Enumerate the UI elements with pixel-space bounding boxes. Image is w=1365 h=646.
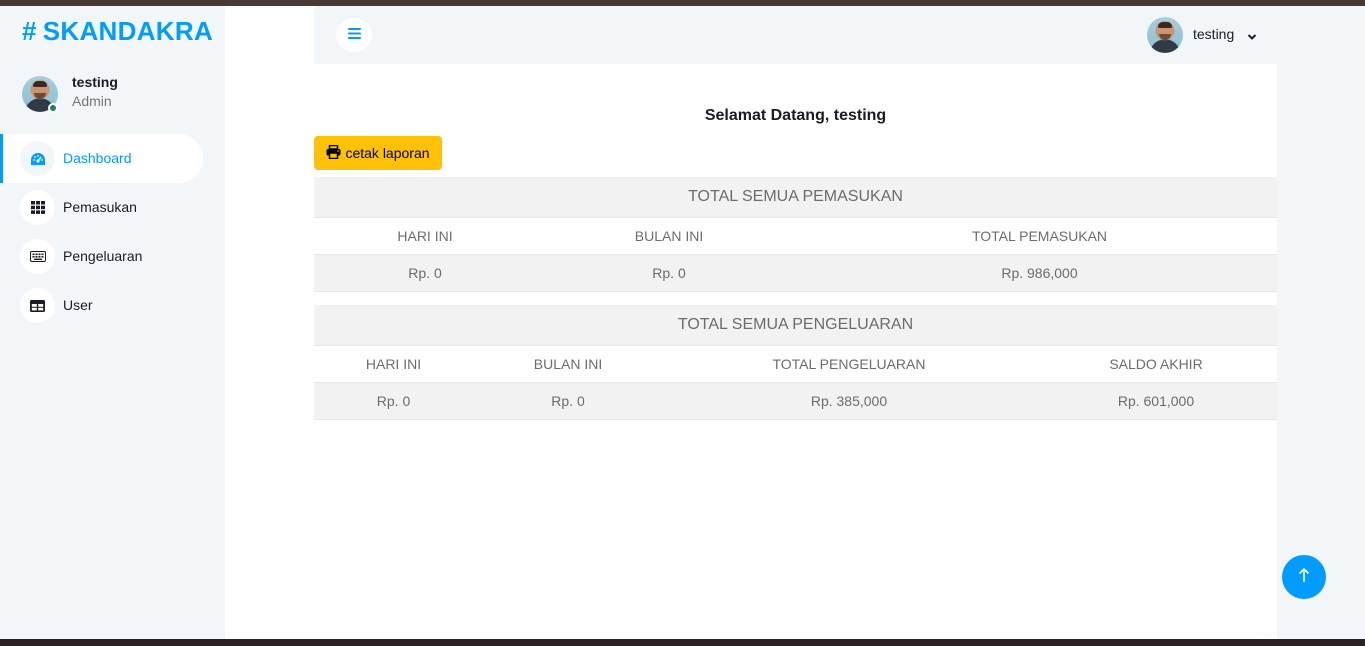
avatar bbox=[1147, 17, 1183, 53]
income-header-month: BULAN INI bbox=[536, 217, 802, 255]
bars-icon bbox=[347, 26, 361, 44]
print-report-button[interactable]: cetak laporan bbox=[314, 136, 442, 170]
print-button-label: cetak laporan bbox=[345, 145, 430, 161]
brand-logo[interactable]: # SKANDAKRA bbox=[22, 16, 213, 47]
arrow-up-icon bbox=[1298, 567, 1310, 588]
online-status-dot bbox=[48, 103, 58, 113]
printer-icon bbox=[326, 144, 341, 162]
window-bottom-strip bbox=[0, 639, 1365, 646]
expense-header-total: TOTAL PENGELUARAN bbox=[663, 345, 1035, 383]
sidebar-profile: testing Admin bbox=[22, 74, 212, 114]
sidebar-item-label: Dashboard bbox=[63, 150, 132, 166]
sidebar-nav: Dashboard Pemasukan Pengeluaran User bbox=[0, 134, 225, 330]
back-to-top-button[interactable] bbox=[1282, 555, 1326, 599]
sidebar-item-dashboard[interactable]: Dashboard bbox=[0, 134, 203, 183]
expense-summary-table: TOTAL SEMUA PENGELUARAN HARI INI BULAN I… bbox=[314, 305, 1277, 420]
expense-table-title: TOTAL SEMUA PENGELUARAN bbox=[314, 305, 1277, 346]
profile-role: Admin bbox=[72, 93, 112, 109]
table-icon bbox=[20, 288, 55, 323]
expense-value-balance: Rp. 601,000 bbox=[1035, 382, 1277, 420]
sidebar-item-label: Pemasukan bbox=[63, 199, 137, 215]
chevron-down-icon bbox=[1247, 28, 1257, 46]
user-menu-name: testing bbox=[1193, 26, 1235, 42]
grid-icon bbox=[20, 190, 55, 225]
sidebar-item-label: User bbox=[63, 297, 93, 313]
income-header-today: HARI INI bbox=[314, 217, 536, 255]
expense-header-month: BULAN INI bbox=[473, 345, 663, 383]
brand-name: SKANDAKRA bbox=[42, 16, 214, 46]
hash-icon: # bbox=[22, 16, 37, 46]
sidebar: # SKANDAKRA testing Admin Dashboard Pemas… bbox=[0, 6, 225, 639]
income-value-total: Rp. 986,000 bbox=[802, 254, 1277, 292]
sidebar-item-pemasukan[interactable]: Pemasukan bbox=[0, 183, 203, 232]
sidebar-item-label: Pengeluaran bbox=[63, 248, 143, 264]
income-summary-table: TOTAL SEMUA PEMASUKAN HARI INI BULAN INI… bbox=[314, 177, 1277, 292]
income-header-total: TOTAL PEMASUKAN bbox=[802, 217, 1277, 255]
income-table-title: TOTAL SEMUA PEMASUKAN bbox=[314, 177, 1277, 218]
expense-header-balance: SALDO AKHIR bbox=[1035, 345, 1277, 383]
user-menu-dropdown[interactable]: testing bbox=[1147, 17, 1267, 53]
expense-header-today: HARI INI bbox=[314, 345, 473, 383]
profile-name: testing bbox=[72, 74, 118, 90]
income-value-month: Rp. 0 bbox=[536, 254, 802, 292]
gauge-icon bbox=[20, 141, 55, 176]
expense-value-month: Rp. 0 bbox=[473, 382, 663, 420]
expense-value-today: Rp. 0 bbox=[314, 382, 473, 420]
sidebar-item-pengeluaran[interactable]: Pengeluaran bbox=[0, 232, 203, 281]
expense-value-total: Rp. 385,000 bbox=[663, 382, 1035, 420]
sidebar-item-user[interactable]: User bbox=[0, 281, 203, 330]
sidebar-toggle-button[interactable] bbox=[336, 18, 372, 52]
top-navbar: testing bbox=[314, 6, 1277, 64]
keyboard-icon bbox=[20, 239, 55, 274]
income-value-today: Rp. 0 bbox=[314, 254, 536, 292]
welcome-heading: Selamat Datang, testing bbox=[704, 107, 887, 124]
